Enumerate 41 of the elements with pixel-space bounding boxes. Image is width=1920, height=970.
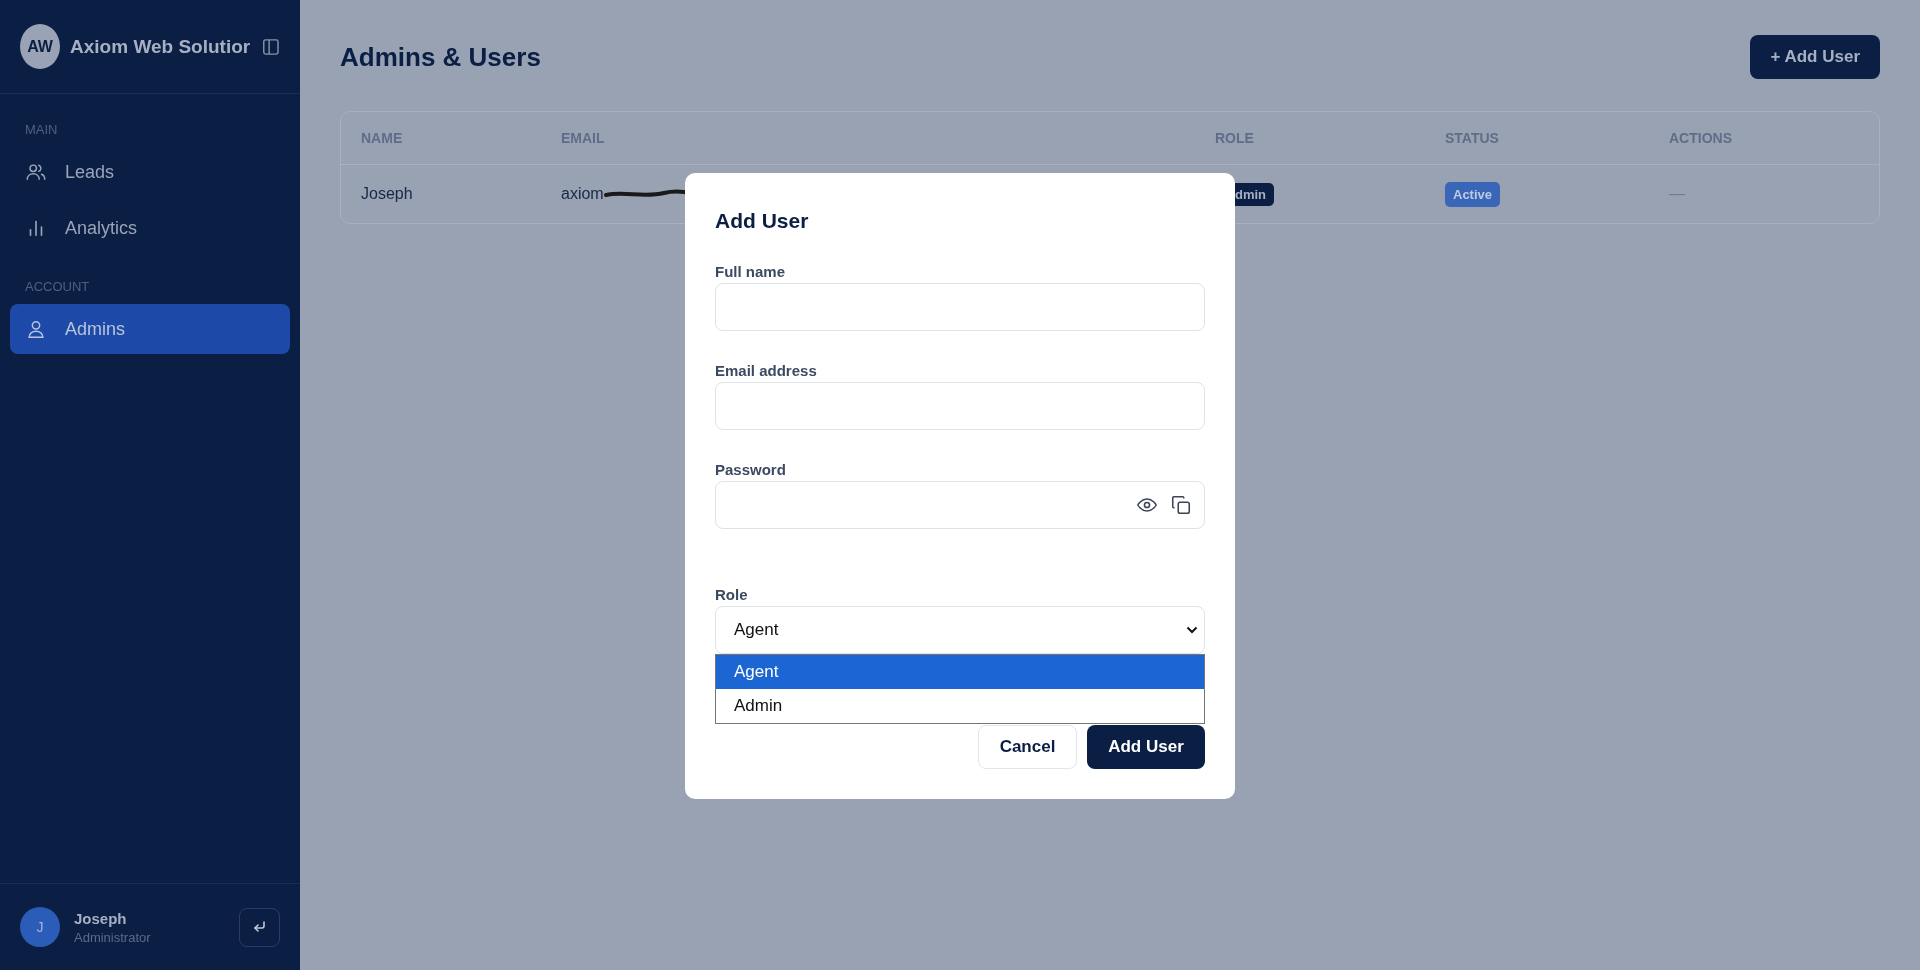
brand-avatar: AW bbox=[20, 24, 61, 69]
users-icon bbox=[25, 161, 47, 183]
user-role: Administrator bbox=[74, 929, 152, 945]
modal-title: Add User bbox=[715, 208, 810, 233]
input-field[interactable] bbox=[715, 382, 1205, 430]
nav-item[interactable]: Admins bbox=[10, 304, 290, 354]
chevron-down-icon bbox=[1186, 626, 1198, 634]
nav-item[interactable]: Analytics bbox=[10, 203, 290, 253]
add-user-button[interactable]: + Add User bbox=[1750, 35, 1880, 79]
column-header: STATUS bbox=[1445, 130, 1500, 146]
field-label: Full name bbox=[715, 263, 786, 280]
table-cell: axiom bbox=[561, 185, 604, 203]
section-title: MAIN bbox=[24, 122, 59, 137]
return-arrow-icon bbox=[251, 919, 268, 935]
table-cell-text: Joseph bbox=[361, 185, 414, 203]
field-label: Email address bbox=[715, 362, 818, 379]
column-header: NAME bbox=[361, 130, 404, 146]
column-header: EMAIL bbox=[561, 130, 606, 146]
copy-icon[interactable] bbox=[1170, 494, 1192, 516]
section-title: ACCOUNT bbox=[24, 279, 91, 294]
dropdown-option[interactable]: Agent bbox=[716, 655, 1204, 689]
brand-name: Axiom Web Solutior bbox=[70, 35, 251, 58]
dropdown-option[interactable]: Admin bbox=[716, 689, 1204, 723]
page-title: Admins & Users bbox=[340, 41, 541, 73]
input-field[interactable] bbox=[715, 481, 1205, 529]
user-avatar: J bbox=[20, 907, 60, 947]
add-user-button[interactable]: Add User bbox=[1087, 725, 1205, 769]
input-field[interactable] bbox=[715, 283, 1205, 331]
field-label: Password bbox=[715, 461, 787, 478]
field-label: Role bbox=[715, 586, 749, 603]
cancel-button[interactable]: Cancel bbox=[978, 725, 1077, 769]
column-header: ACTIONS bbox=[1669, 130, 1733, 146]
user-icon bbox=[25, 318, 47, 340]
user-name: Joseph bbox=[74, 909, 128, 927]
logout-button[interactable] bbox=[239, 907, 280, 947]
status-badge: Active bbox=[1445, 182, 1501, 207]
nav-item[interactable]: Leads bbox=[10, 147, 290, 197]
table-cell-text: — bbox=[1669, 185, 1686, 203]
role-select[interactable]: Agent bbox=[715, 606, 1205, 654]
column-header: ROLE bbox=[1215, 130, 1255, 146]
sidebar-toggle-icon[interactable] bbox=[262, 36, 280, 57]
